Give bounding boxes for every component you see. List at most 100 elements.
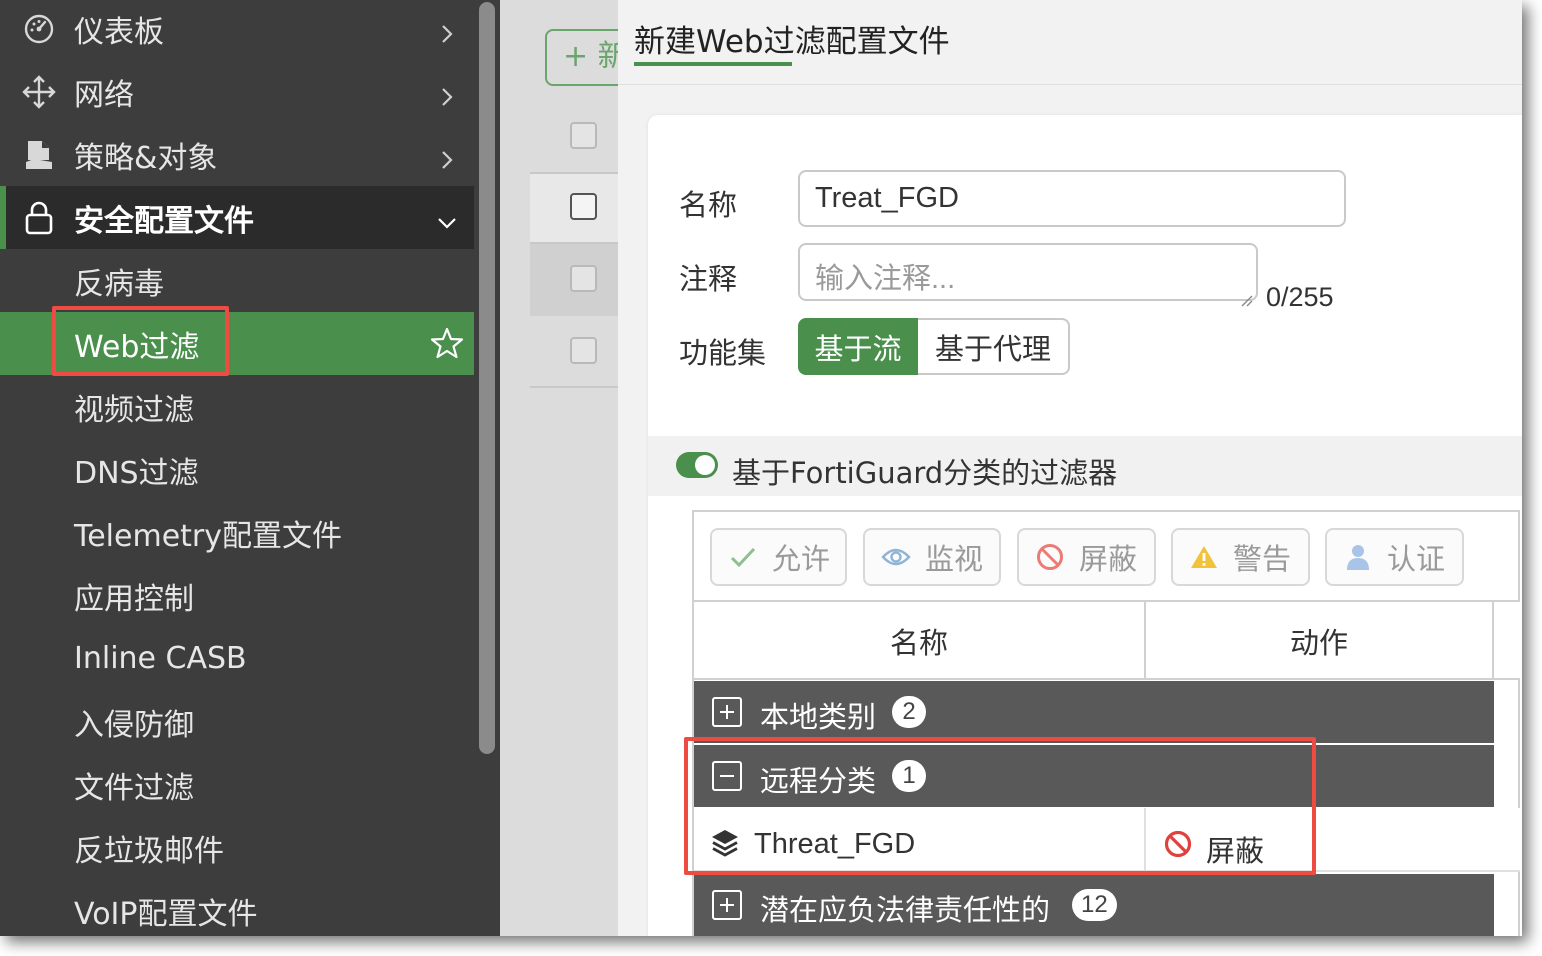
chevron-right-icon: [436, 81, 458, 106]
fortiguard-filter-toggle[interactable]: [676, 452, 718, 478]
dashboard-icon: [22, 12, 56, 46]
title-divider: [618, 84, 1522, 85]
name-label: 名称: [679, 188, 738, 222]
count-badge: 12: [1072, 889, 1117, 921]
table-row[interactable]: Threat_FGD 屏蔽: [694, 808, 1520, 872]
sidebar-item-dns-filter[interactable]: DNS过滤: [0, 438, 474, 501]
category-group-row[interactable]: 本地类别 2: [694, 681, 1494, 743]
sidebar-item-intrusion-prevention[interactable]: 入侵防御: [0, 690, 474, 753]
expand-icon[interactable]: [712, 697, 742, 727]
feature-set-label: 功能集: [679, 336, 767, 370]
category-group-row[interactable]: 远程分类 1: [694, 745, 1494, 807]
monitor-label: 监视: [925, 542, 984, 576]
expand-icon[interactable]: [712, 890, 742, 920]
sidebar-item-web-filter[interactable]: Web过滤: [0, 312, 474, 375]
monitor-button[interactable]: 监视: [863, 528, 1001, 586]
sidebar-item-security-profiles[interactable]: 安全配置文件: [0, 186, 474, 249]
resize-grip-icon[interactable]: [1239, 282, 1253, 307]
network-icon: [22, 74, 56, 109]
authenticate-button[interactable]: 认证: [1325, 528, 1464, 586]
sidebar-item-label: 安全配置文件: [74, 203, 254, 239]
group-name: 本地类别: [760, 700, 877, 734]
authenticate-label: 认证: [1387, 542, 1446, 576]
sidebar-item-label: Telemetry配置文件: [74, 518, 343, 554]
sidebar-item-application-control[interactable]: 应用控制: [0, 564, 474, 627]
warning-icon: [1187, 540, 1221, 574]
sidebar-item-label: 反病毒: [74, 266, 164, 302]
sidebar-item-label: Web过滤: [74, 329, 200, 365]
sidebar-item-file-filter[interactable]: 文件过滤: [0, 753, 474, 816]
block-icon: [1033, 540, 1067, 574]
block-icon: [1164, 830, 1192, 865]
warning-label: 警告: [1233, 542, 1292, 576]
allow-label: 允许: [772, 542, 831, 576]
action-label: 屏蔽: [1206, 834, 1265, 868]
sidebar-item-label: 视频过滤: [74, 392, 194, 428]
sidebar-item-label: 网络: [74, 77, 134, 113]
comment-char-counter: 0/255: [1266, 282, 1334, 312]
column-divider: [1144, 602, 1146, 678]
sidebar-item-network[interactable]: 网络: [0, 60, 474, 123]
dialog-title: 新建Web过滤配置文件: [634, 24, 950, 60]
sidebar-item-label: VoIP配置文件: [74, 896, 258, 932]
sidebar-item-label: 仪表板: [74, 14, 164, 50]
sidebar-item-policy-objects[interactable]: 策略&对象: [0, 123, 474, 186]
comment-placeholder: 输入注释...: [815, 263, 956, 295]
column-header-action[interactable]: 动作: [1146, 602, 1492, 680]
column-header-name[interactable]: 名称: [694, 602, 1144, 680]
sidebar-item-voip-profile[interactable]: VoIP配置文件: [0, 879, 474, 936]
sidebar-item-label: 入侵防御: [74, 707, 194, 743]
sidebar-item-label: 反垃圾邮件: [74, 833, 224, 869]
sidebar-item-video-filter[interactable]: 视频过滤: [0, 375, 474, 438]
comment-label: 注释: [679, 262, 738, 296]
group-name: 远程分类: [760, 764, 877, 798]
sidebar-item-label: DNS过滤: [74, 455, 199, 491]
sidebar-item-label: 策略&对象: [74, 140, 218, 176]
row-checkbox[interactable]: [570, 337, 597, 364]
chevron-right-icon: [436, 18, 458, 43]
sidebar: 仪表板 网络 策略&对象 安全配置文件 反病毒 Web过滤 视频过滤 DNS过滤…: [0, 0, 474, 936]
star-icon[interactable]: [430, 326, 464, 368]
title-underline: [634, 62, 792, 66]
check-icon: [726, 540, 760, 574]
policy-icon: [22, 138, 56, 172]
block-label: 屏蔽: [1079, 542, 1138, 576]
category-name: Threat_FGD: [754, 828, 916, 860]
count-badge: 2: [892, 696, 926, 728]
warning-button[interactable]: 警告: [1171, 528, 1310, 586]
allow-button[interactable]: 允许: [710, 528, 847, 586]
layers-icon: [710, 828, 740, 865]
chevron-right-icon: [436, 144, 458, 169]
table-header-row: 名称 动作: [694, 600, 1520, 680]
sidebar-item-antivirus[interactable]: 反病毒: [0, 249, 474, 312]
collapse-icon[interactable]: [712, 761, 742, 791]
sidebar-scrollbar-thumb[interactable]: [479, 2, 495, 754]
sidebar-item-telemetry-profile[interactable]: Telemetry配置文件: [0, 501, 474, 564]
row-checkbox[interactable]: [570, 265, 597, 292]
count-badge: 1: [892, 760, 926, 792]
lock-icon: [22, 201, 56, 235]
sidebar-item-antispam[interactable]: 反垃圾邮件: [0, 816, 474, 879]
sidebar-item-label: 文件过滤: [74, 770, 194, 806]
header-checkbox[interactable]: [570, 122, 597, 149]
group-name: 潜在应负法律责任性的: [760, 893, 1051, 927]
background-list-page: [500, 0, 618, 936]
column-divider: [1144, 808, 1146, 870]
app-window: 仪表板 网络 策略&对象 安全配置文件 反病毒 Web过滤 视频过滤 DNS过滤…: [0, 0, 1522, 936]
user-icon: [1341, 540, 1375, 574]
eye-icon: [879, 540, 913, 574]
sidebar-item-dashboard[interactable]: 仪表板: [0, 0, 474, 60]
name-input[interactable]: Treat_FGD: [798, 170, 1346, 227]
category-group-row[interactable]: 潜在应负法律责任性的 12: [694, 874, 1494, 936]
column-divider: [1492, 602, 1494, 678]
sidebar-item-label: Inline CASB: [74, 641, 247, 676]
comment-textarea[interactable]: 输入注释...: [798, 243, 1258, 307]
feature-set-flow-based-button[interactable]: 基于流: [798, 318, 918, 375]
block-button[interactable]: 屏蔽: [1017, 528, 1156, 586]
sidebar-item-inline-casb[interactable]: Inline CASB: [0, 627, 474, 690]
select-all-checkbox[interactable]: [570, 193, 597, 220]
chevron-down-icon: [436, 207, 458, 229]
sidebar-item-label: 应用控制: [74, 581, 194, 617]
fortiguard-filter-label: 基于FortiGuard分类的过滤器: [732, 456, 1118, 490]
feature-set-proxy-based-button[interactable]: 基于代理: [918, 318, 1070, 375]
